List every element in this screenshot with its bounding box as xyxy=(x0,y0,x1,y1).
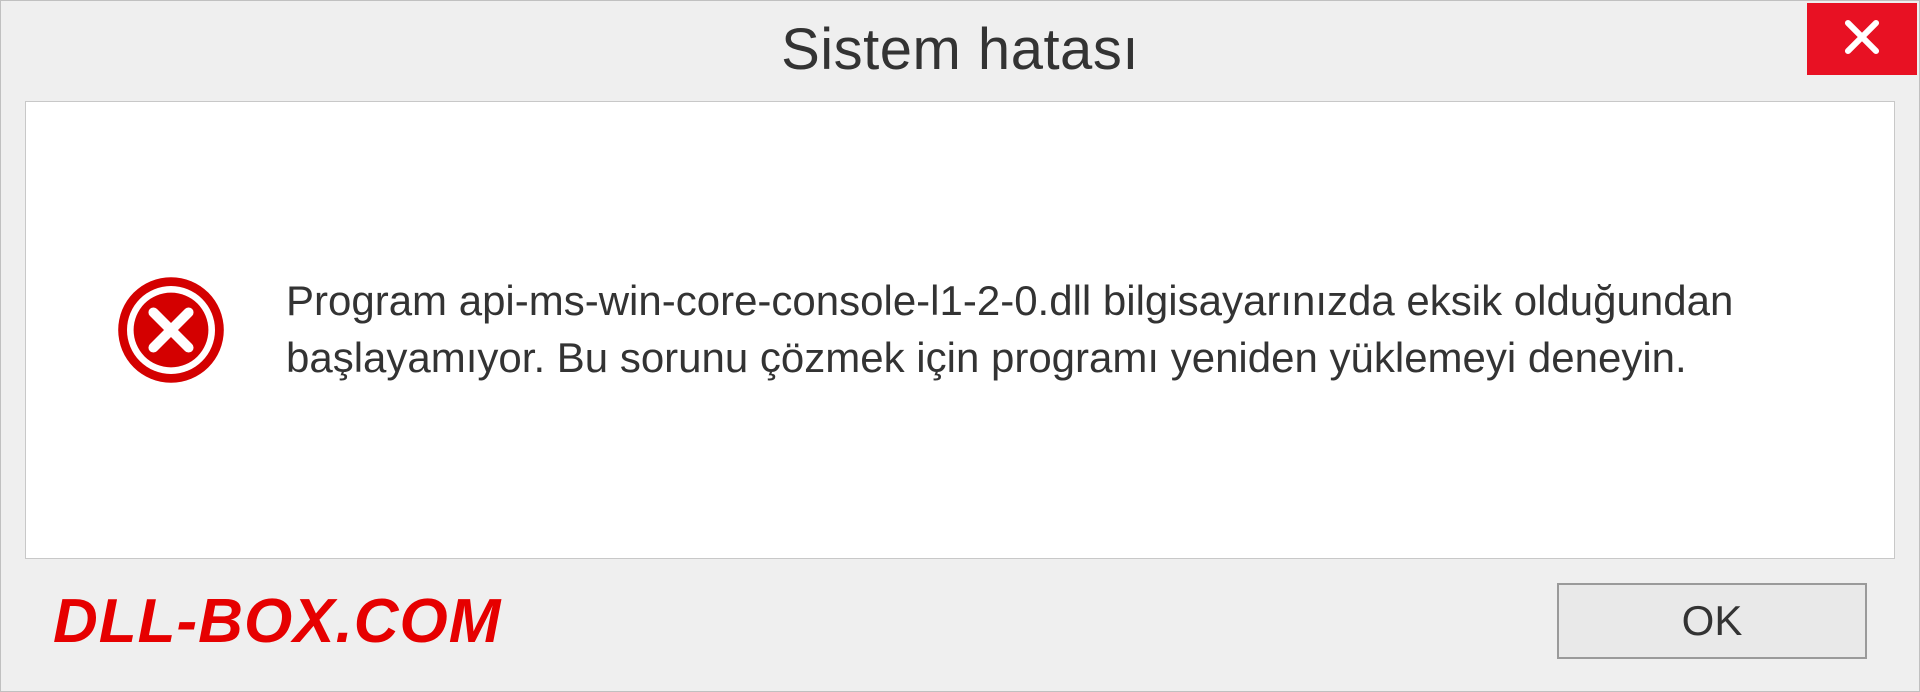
titlebar: Sistem hatası xyxy=(1,1,1919,97)
error-message: Program api-ms-win-core-console-l1-2-0.d… xyxy=(286,273,1824,386)
close-icon xyxy=(1841,16,1883,63)
content-panel: Program api-ms-win-core-console-l1-2-0.d… xyxy=(25,101,1895,559)
bottom-bar: DLL-BOX.COM OK xyxy=(1,571,1919,691)
error-icon xyxy=(116,275,226,385)
error-dialog: Sistem hatası Program api-ms-win-core-co… xyxy=(0,0,1920,692)
dialog-title: Sistem hatası xyxy=(781,16,1139,83)
close-button[interactable] xyxy=(1807,3,1917,75)
watermark-text: DLL-BOX.COM xyxy=(53,586,501,657)
ok-button[interactable]: OK xyxy=(1557,583,1867,659)
